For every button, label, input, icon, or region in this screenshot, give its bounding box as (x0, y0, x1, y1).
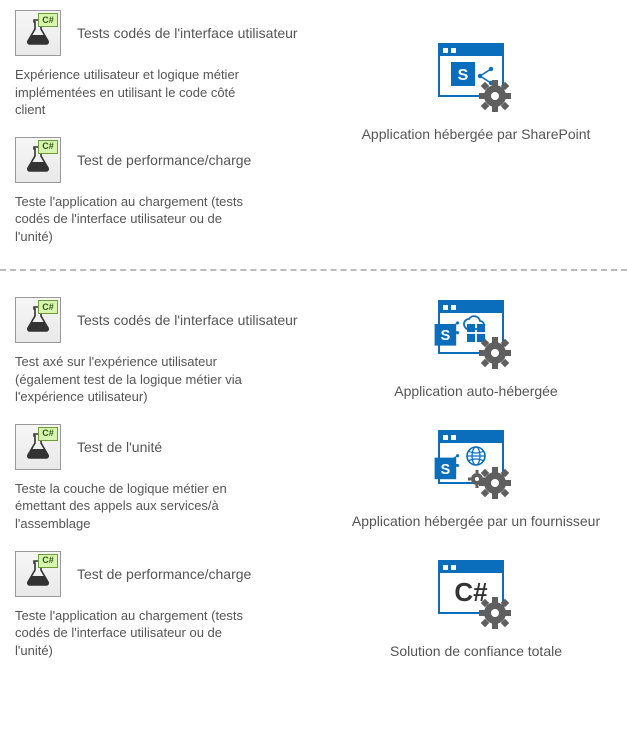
test-title: Tests codés de l'interface utilisateur (77, 25, 298, 41)
test-description: Teste l'application au chargement (tests… (15, 607, 245, 660)
test-title: Test de l'unité (77, 439, 162, 455)
coded-ui-test-icon: C# (15, 10, 61, 56)
test-description: Expérience utilisateur et logique métier… (15, 66, 245, 119)
app-item-full-trust: C# Solution de confiance totale (390, 557, 562, 659)
test-block: C# Test de performance/charge Teste l'ap… (15, 137, 325, 246)
csharp-badge-icon: C# (38, 554, 58, 568)
apps-column-bottom: Application auto-hébergée Application hé… (325, 297, 627, 687)
coded-ui-test-icon: C# (15, 551, 61, 597)
section-divider (0, 269, 627, 271)
tests-column-top: C# Tests codés de l'interface utilisateu… (0, 10, 325, 263)
test-title: Test de performance/charge (77, 566, 251, 582)
coded-ui-test-icon: C# (15, 297, 61, 343)
app-label: Application hébergée par un fournisseur (352, 513, 600, 529)
coded-ui-test-icon: C# (15, 424, 61, 470)
test-block: C# Test de l'unité Teste la couche de lo… (15, 424, 325, 533)
test-description: Teste l'application au chargement (tests… (15, 193, 245, 246)
app-label: Application hébergée par SharePoint (362, 126, 591, 142)
test-description: Test axé sur l'expérience utilisateur (é… (15, 353, 245, 406)
tests-column-bottom: C# Tests codés de l'interface utilisateu… (0, 297, 325, 687)
app-label: Solution de confiance totale (390, 643, 562, 659)
csharp-badge-icon: C# (38, 300, 58, 314)
app-label: Application auto-hébergée (394, 383, 557, 399)
autohosted-icon (431, 297, 521, 375)
test-block: C# Tests codés de l'interface utilisateu… (15, 297, 325, 406)
app-item-provider-hosted: Application hébergée par un fournisseur (352, 427, 600, 529)
test-title: Test de performance/charge (77, 152, 251, 168)
apps-column-top: Application hébergée par SharePoint (325, 10, 627, 263)
test-description: Teste la couche de logique métier en éme… (15, 480, 245, 533)
sharepoint-hosted-icon (431, 40, 521, 118)
section-bottom: C# Tests codés de l'interface utilisateu… (0, 297, 627, 687)
csharp-badge-icon: C# (38, 427, 58, 441)
full-trust-icon: C# (431, 557, 521, 635)
test-title: Tests codés de l'interface utilisateur (77, 312, 298, 328)
provider-hosted-icon (431, 427, 521, 505)
csharp-badge-icon: C# (38, 140, 58, 154)
section-top: C# Tests codés de l'interface utilisateu… (0, 10, 627, 263)
app-item-autohosted: Application auto-hébergée (394, 297, 557, 399)
test-block: C# Tests codés de l'interface utilisateu… (15, 10, 325, 119)
app-item-sharepoint-hosted: Application hébergée par SharePoint (362, 40, 591, 142)
csharp-badge-icon: C# (38, 13, 58, 27)
coded-ui-test-icon: C# (15, 137, 61, 183)
test-block: C# Test de performance/charge Teste l'ap… (15, 551, 325, 660)
